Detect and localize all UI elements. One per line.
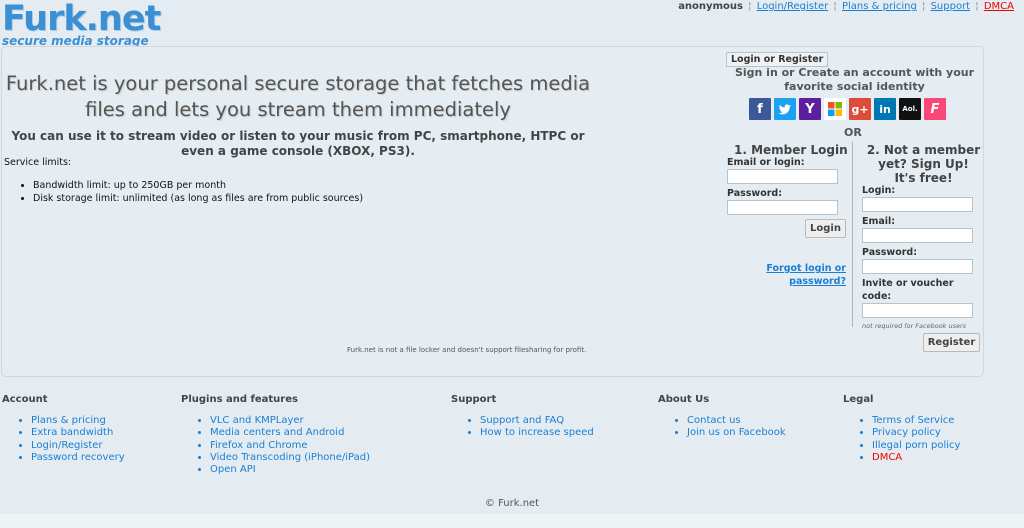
footer-link[interactable]: Login/Register: [31, 440, 125, 452]
footer-support: Support Support and FAQ How to increase …: [451, 394, 594, 440]
nav-plans-pricing-link[interactable]: Plans & pricing: [842, 1, 917, 12]
footer-link[interactable]: Open API: [210, 464, 370, 476]
nav-separator: ¦: [922, 1, 926, 12]
google-plus-icon[interactable]: g+: [849, 98, 871, 120]
footer-heading: Plugins and features: [181, 394, 298, 405]
twitter-icon[interactable]: [774, 98, 796, 120]
footer-link[interactable]: Media centers and Android: [210, 427, 370, 439]
social-login-row: f Y g+ in Aol. F: [749, 98, 946, 120]
footer-heading: About Us: [658, 394, 710, 405]
voucher-label: Invite or voucher code:: [862, 278, 954, 302]
facebook-note: not required for Facebook users: [862, 322, 967, 330]
email-login-label: Email or login:: [727, 157, 805, 168]
footer-about: About Us Contact us Join us on Facebook: [658, 394, 786, 440]
footer-link[interactable]: Contact us: [687, 415, 786, 427]
limit-item: Disk storage limit: unlimited (as long a…: [33, 193, 363, 206]
footer-link[interactable]: Firefox and Chrome: [210, 440, 370, 452]
logo-text: Furk.net: [2, 0, 161, 39]
nav-separator: ¦: [975, 1, 979, 12]
footer-account: Account Plans & pricing Extra bandwidth …: [2, 394, 125, 464]
footer-link[interactable]: How to increase speed: [480, 427, 594, 439]
footer-heading: Legal: [843, 394, 874, 405]
or-separator: OR: [844, 126, 862, 139]
footer-link[interactable]: Password recovery: [31, 452, 125, 464]
nav-separator: ¦: [833, 1, 837, 12]
linkedin-icon[interactable]: in: [874, 98, 896, 120]
reg-email-input[interactable]: [862, 228, 973, 243]
top-nav: anonymous ¦ Login/Register ¦ Plans & pri…: [678, 1, 1014, 12]
footer-link[interactable]: Privacy policy: [872, 427, 960, 439]
nav-dmca-link[interactable]: DMCA: [984, 1, 1014, 12]
aol-icon[interactable]: Aol.: [899, 98, 921, 120]
reg-login-label: Login:: [862, 185, 896, 196]
password-input[interactable]: [727, 200, 838, 215]
footer-plugins: Plugins and features VLC and KMPLayer Me…: [181, 394, 370, 476]
facebook-icon[interactable]: f: [749, 98, 771, 120]
reg-password-input[interactable]: [862, 259, 973, 274]
reg-login-input[interactable]: [862, 197, 973, 212]
footer-link[interactable]: Plans & pricing: [31, 415, 125, 427]
footer-link[interactable]: Support and FAQ: [480, 415, 594, 427]
footer-link[interactable]: Video Transcoding (iPhone/iPad): [210, 452, 370, 464]
footer-link[interactable]: Extra bandwidth: [31, 427, 125, 439]
email-login-input[interactable]: [727, 169, 838, 184]
nav-login-register-link[interactable]: Login/Register: [757, 1, 829, 12]
footer-heading: Account: [2, 394, 48, 405]
register-button[interactable]: Register: [923, 333, 980, 352]
footer-dmca-link[interactable]: DMCA: [872, 452, 960, 464]
column-divider: [852, 142, 853, 327]
yahoo-icon[interactable]: Y: [799, 98, 821, 120]
member-login-title: 1. Member Login: [734, 143, 848, 157]
login-button[interactable]: Login: [805, 219, 846, 238]
footer-heading: Support: [451, 394, 497, 405]
forgot-password-link[interactable]: Forgot login or password?: [762, 263, 846, 288]
site-logo[interactable]: Furk.net secure media storage: [2, 0, 161, 48]
social-signin-text: Sign in or Create an account with your f…: [734, 66, 975, 93]
copyright: © Furk.net: [484, 498, 540, 509]
headline: Furk.net is your personal secure storage…: [5, 72, 591, 121]
service-limits-list: Bandwidth limit: up to 250GB per month D…: [33, 180, 363, 205]
footer-legal: Legal Terms of Service Privacy policy Il…: [843, 394, 960, 464]
limit-item: Bandwidth limit: up to 250GB per month: [33, 180, 363, 193]
voucher-input[interactable]: [862, 303, 973, 318]
signup-title: 2. Not a member yet? Sign Up! It's free!: [866, 143, 981, 185]
subheadline: You can use it to stream video or listen…: [11, 129, 585, 158]
nav-support-link[interactable]: Support: [931, 1, 971, 12]
reg-password-label: Password:: [862, 247, 918, 258]
username: anonymous: [678, 1, 743, 12]
login-register-panel: Login or Register Sign in or Create an a…: [726, 52, 983, 360]
footer-link[interactable]: Join us on Facebook: [687, 427, 786, 439]
nav-separator: ¦: [748, 1, 752, 12]
footer-dmca-text: DMCA: [872, 451, 903, 463]
microsoft-icon[interactable]: [824, 98, 846, 120]
footnote: Furk.net is not a file locker and doesn'…: [347, 346, 587, 354]
footer-link[interactable]: Illegal porn policy: [872, 440, 960, 452]
password-label: Password:: [727, 188, 783, 199]
login-register-tab[interactable]: Login or Register: [726, 52, 829, 67]
foursquare-icon[interactable]: F: [924, 98, 946, 120]
footer-link[interactable]: VLC and KMPLayer: [210, 415, 370, 427]
footer-link[interactable]: Terms of Service: [872, 415, 960, 427]
reg-email-label: Email:: [862, 216, 896, 227]
service-limits-title: Service limits:: [4, 157, 72, 168]
bottom-strip: [0, 514, 1024, 528]
